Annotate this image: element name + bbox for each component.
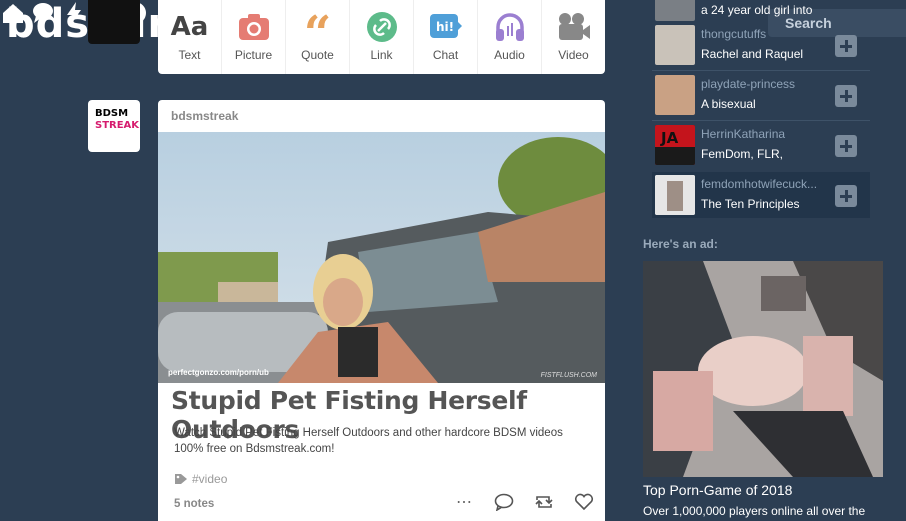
post-body: Watch Stupid Pet Fisting Herself Outdoor… [174,427,563,455]
text-icon: Aa [170,12,209,42]
post-actions: ⋯ [453,491,595,513]
reblog-icon[interactable] [533,491,555,513]
post-type-picture[interactable]: Picture [222,0,286,74]
video-watermark-right: FISTFLUSH.COM [540,372,597,379]
post-type-link[interactable]: Link [350,0,414,74]
blog-description: The Ten Principles [701,197,800,211]
blog-thumbnail [655,25,695,65]
blog-thumbnail [655,75,695,115]
post-tag[interactable]: #video [174,472,227,486]
blog-description: Rachel and Raquel [701,47,804,61]
ad-heading: Here's an ad: [643,237,718,251]
ad-subtitle: Over 1,000,000 players online all over t… [643,504,866,518]
recommended-blog[interactable]: playdate-princess A bisexual [652,72,870,118]
user-avatar[interactable] [88,0,140,44]
post-tag-label: #video [192,472,228,486]
recommended-blog[interactable]: JA HerrinKatharina FemDom, FLR, [652,122,870,168]
post-type-quote[interactable]: “ Quote [286,0,350,74]
post-type-label: Link [370,48,393,62]
recommended-blog[interactable]: femdomhotwifecuck... The Ten Principles [652,172,870,218]
avatar-text-line2: STREAK [95,120,140,131]
link-icon [365,10,399,44]
heart-icon[interactable] [573,491,595,513]
video-camera-icon [557,10,591,44]
post-type-bar: Aa Text Picture “ Quote Link hi! Chat Au… [158,0,605,74]
post-type-label: Picture [234,48,273,62]
ad-image[interactable] [643,261,883,477]
svg-text:JA: JA [660,129,679,147]
headphones-icon [493,10,527,44]
recommended-blog[interactable]: a 24 year old girl into [652,0,870,24]
blog-description: FemDom, FLR, [701,147,784,161]
blog-name: HerrinKatharina [701,127,786,141]
post-video-thumbnail[interactable]: perfectgonzo.com/porn/ub FISTFLUSH.COM [158,132,605,383]
blog-name: femdomhotwifecuck... [701,177,818,191]
video-watermark-left: perfectgonzo.com/porn/ub [168,368,269,377]
post-type-label: Video [558,48,589,62]
camera-icon [237,10,271,44]
chat-icon: hi! [429,10,463,44]
post-notes-count[interactable]: 5 notes [174,498,214,510]
follow-plus-icon[interactable] [835,85,857,107]
recommended-blog[interactable]: thongcutuffs Rachel and Raquel [652,22,870,68]
post-type-label: Text [178,48,201,62]
blog-description: a 24 year old girl into [701,3,813,17]
blog-description: A bisexual [701,97,756,111]
blog-name: playdate-princess [701,77,796,91]
post-type-audio[interactable]: Audio [478,0,542,74]
blog-thumbnail: JA [655,125,695,165]
blog-thumbnail [655,175,695,215]
post-type-chat[interactable]: hi! Chat [414,0,478,74]
avatar-text-line1: BDSM [95,108,129,119]
blog-name: thongcutuffs [701,27,767,41]
ad-title[interactable]: Top Porn-Game of 2018 [643,482,792,498]
post-type-label: Audio [494,48,525,62]
quote-icon: “ [303,6,332,62]
tag-icon [175,474,187,484]
follow-plus-icon[interactable] [835,135,857,157]
post-type-label: Chat [432,48,459,62]
blog-thumbnail [655,0,695,21]
post-author-name[interactable]: bdsmstreak [171,109,238,123]
post-type-video[interactable]: Video [542,0,605,74]
post-type-label: Quote [301,48,334,62]
post-author-avatar[interactable]: BDSM STREAK [88,100,140,152]
post-card: bdsmstreak perfectgonzo.com/porn/ub FIST… [158,100,605,521]
post-type-text[interactable]: Aa Text [158,0,222,74]
more-options-icon[interactable]: ⋯ [453,491,475,513]
follow-plus-icon[interactable] [835,185,857,207]
comment-icon[interactable] [493,491,515,513]
divider [652,70,870,71]
svg-text:hi!: hi! [436,20,454,34]
divider [652,120,870,121]
follow-plus-icon[interactable] [835,35,857,57]
